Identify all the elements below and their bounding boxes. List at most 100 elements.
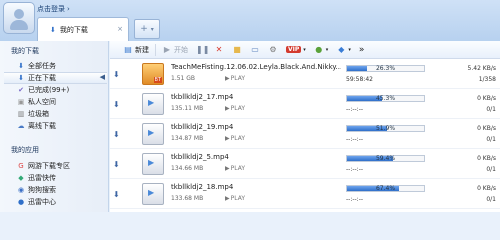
more-button[interactable]: » <box>356 44 368 56</box>
avatar[interactable] <box>3 2 35 34</box>
sidebar-app-search[interactable]: ◉ 狗狗搜索 <box>4 184 107 196</box>
play-icon: ▶ <box>225 135 230 142</box>
new-task-icon: ▤ <box>124 45 132 54</box>
sidebar-item-trash[interactable]: ▥ 垃圾箱 <box>4 108 107 120</box>
remaining-time: --:--:-- <box>346 166 364 173</box>
progress-bar: 59.4% <box>346 155 425 162</box>
new-label: 新建 <box>135 45 149 54</box>
sidebar-item-offline[interactable]: ☁ 离线下载 <box>4 120 107 132</box>
close-icon[interactable]: × <box>117 25 123 33</box>
play-icon: ▶ <box>148 188 155 197</box>
avatar-head <box>14 9 24 19</box>
sidebar-item-private-space[interactable]: ▣ 私人空间 <box>4 96 107 108</box>
start-button[interactable]: ▶ 开始 <box>159 44 191 56</box>
task-info-button[interactable]: ▭ <box>247 44 263 56</box>
section-my-downloads: 我的下载 <box>11 47 39 55</box>
login-link[interactable]: 点击登录 › <box>37 4 70 14</box>
play-link[interactable]: ▶ PLAY <box>225 165 245 172</box>
remaining-time: --:--:-- <box>346 136 364 143</box>
sidebar-item-downloading[interactable]: ⬇ 正在下载 ◀ <box>4 72 107 84</box>
sidebar-item-all-tasks[interactable]: ⬇ 全部任务 <box>4 60 107 72</box>
video-file-icon: ▶ <box>142 153 164 175</box>
section-my-apps: 我的应用 <box>11 146 39 154</box>
play-icon: ▶ <box>163 45 171 54</box>
download-speed: 0 KB/s <box>477 185 496 192</box>
sidebar-item-label: 迅雷快传 <box>28 174 56 182</box>
play-icon: ▶ <box>225 105 230 112</box>
bt-file-icon: BT <box>142 63 164 85</box>
trash-icon: ▥ <box>17 110 25 118</box>
download-row[interactable]: ⬇ ▶ tkbllkldj2_19.mp4 134.87 MB ▶ PLAY 51… <box>110 119 500 149</box>
chevron-icon: › <box>67 5 70 13</box>
sidebar-item-label: 全部任务 <box>28 62 56 70</box>
play-label: PLAY <box>230 75 246 82</box>
sidebar-app-quick-transfer[interactable]: ◆ 迅雷快传 <box>4 172 107 184</box>
toolbar: ▤ 新建 ▶ 开始 ❚❚ ✕ ■ ▭ ⚙ VIP ▾ ● ▾ ◆ ▾ » <box>110 41 500 59</box>
download-arrow-icon: ⬇ <box>113 160 120 169</box>
play-link[interactable]: ▶ PLAY <box>225 135 245 142</box>
vip-button[interactable]: VIP ▾ <box>283 44 309 56</box>
clean-icon: ◆ <box>338 45 345 54</box>
progress-bar: 45.3% <box>346 95 425 102</box>
sidebar-item-label: 网游下载专区 <box>28 162 70 170</box>
app-button[interactable]: ● ▾ <box>311 44 332 56</box>
tab-label: 我的下载 <box>59 25 88 34</box>
clean-button[interactable]: ◆ ▾ <box>333 44 354 56</box>
download-speed: 0 KB/s <box>477 95 496 102</box>
chevron-down-icon: ▾ <box>150 25 154 33</box>
progress-bar: 51.9% <box>346 125 425 132</box>
resource-ratio: 1/358 <box>478 76 496 83</box>
download-tab-icon: ⬇ <box>50 25 56 34</box>
start-label: 开始 <box>174 45 188 54</box>
file-size: 1.51 GB <box>171 75 196 82</box>
download-speed: 0 KB/s <box>477 125 496 132</box>
download-row[interactable]: ⬇ ▶ tkbllkldj2_17.mp4 135.11 MB ▶ PLAY 45… <box>110 89 500 119</box>
download-arrow-icon: ⬇ <box>113 100 120 109</box>
settings-button[interactable]: ⚙ <box>265 44 281 56</box>
play-icon: ▶ <box>225 195 230 202</box>
file-size: 134.87 MB <box>171 135 204 142</box>
play-label: PLAY <box>230 165 246 172</box>
download-row[interactable]: ⬇ ▶ tkbllkldj2_5.mp4 134.66 MB ▶ PLAY 59.… <box>110 149 500 179</box>
download-arrow-icon: ⬇ <box>113 190 120 199</box>
app-icon: ● <box>315 45 323 54</box>
sidebar-item-completed[interactable]: ✔ 已完成(99+) <box>4 84 107 96</box>
play-link[interactable]: ▶ PLAY <box>225 195 245 202</box>
transfer-icon: ◆ <box>18 174 24 182</box>
file-size: 135.11 MB <box>171 105 204 112</box>
progress-bar: 26.3% <box>346 65 425 72</box>
download-row[interactable]: ⬇ ▶ tkbllkldj2_18.mp4 133.68 MB ▶ PLAY 67… <box>110 179 500 209</box>
search-icon: ◉ <box>17 186 25 194</box>
download-row[interactable]: ⬇ BT TeachMeFisting.12.06.02.Leyla.Black… <box>110 59 500 89</box>
open-folder-button[interactable]: ■ <box>229 44 245 56</box>
plus-icon: + <box>140 24 148 34</box>
tab-my-downloads[interactable]: ⬇ 我的下载 × <box>37 17 129 41</box>
play-link[interactable]: ▶ PLAY <box>225 105 245 112</box>
chevron-down-icon: ▾ <box>303 46 306 53</box>
separator <box>155 43 156 56</box>
sidebar-item-label: 已完成(99+) <box>28 86 70 94</box>
file-name: tkbllkldj2_18.mp4 <box>171 183 234 191</box>
download-speed: 5.42 KB/s <box>467 65 496 72</box>
file-size: 134.66 MB <box>171 165 204 172</box>
play-link[interactable]: ▶ PLAY <box>225 75 245 82</box>
sidebar-item-label: 私人空间 <box>28 98 56 106</box>
chevron-down-icon: ▾ <box>348 46 351 53</box>
new-task-button[interactable]: ▤ 新建 <box>120 44 152 56</box>
play-icon: ▶ <box>148 128 155 137</box>
pause-button[interactable]: ❚❚ <box>193 44 209 56</box>
login-label[interactable]: 点击登录 <box>37 4 65 14</box>
download-arrow-icon: ⬇ <box>113 130 120 139</box>
sidebar-item-label: 狗狗搜索 <box>28 186 56 194</box>
sidebar-app-center[interactable]: ● 迅雷中心 <box>4 196 107 208</box>
play-label: PLAY <box>230 105 246 112</box>
vip-label: VIP <box>286 46 302 53</box>
delete-button[interactable]: ✕ <box>211 44 227 56</box>
new-tab-button[interactable]: + ▾ <box>134 19 160 39</box>
remaining-time: --:--:-- <box>346 196 364 203</box>
sidebar-app-game-download[interactable]: G 网游下载专区 <box>4 160 107 172</box>
title-bar: 点击登录 › ⬇ 我的下载 × + ▾ <box>0 0 500 41</box>
resource-ratio: 0/1 <box>486 106 496 113</box>
progress-text: 45.3% <box>375 95 396 102</box>
sidebar-item-label: 离线下载 <box>28 122 56 130</box>
